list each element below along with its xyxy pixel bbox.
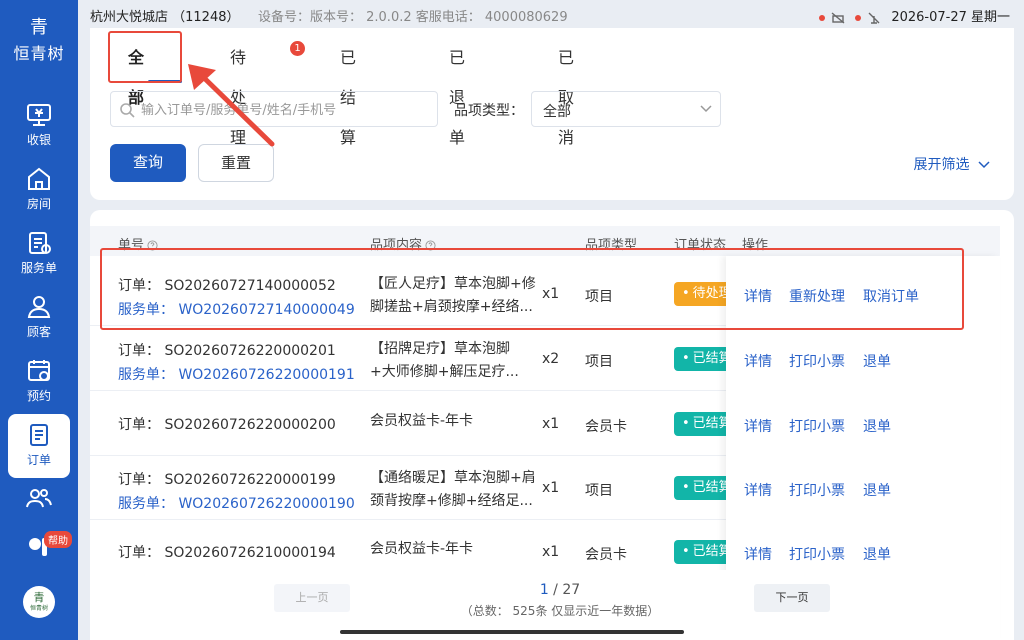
status-bar: 杭州大悦城店 （11248） 设备号：版本号： 2.0.0.2 客服电话： 40… [78, 0, 1024, 28]
item-quantity: x1 [542, 544, 560, 560]
order-number: 订单： SO20260726220000200 [118, 417, 336, 433]
pending-count-badge: 1 [290, 41, 305, 56]
page-separator: / [548, 582, 563, 598]
row-actions: 详情 打印小票 退单 [726, 392, 1000, 456]
expand-filters-label: 展开筛选 [913, 157, 970, 173]
row-actions: 详情 打印小票 退单 [726, 327, 1000, 391]
chevron-down-icon [700, 105, 712, 113]
alert-dot [855, 14, 862, 21]
item-quantity: x1 [542, 480, 560, 496]
item-content: 【通络暖足】草本泡脚+肩 颈背按摩+修脚+经络足... [370, 470, 536, 509]
service-order-link[interactable]: 服务单： WO20260726220000190 [118, 493, 355, 513]
current-page: 1 [539, 582, 549, 598]
item-quantity: x1 [542, 416, 560, 432]
type-filter-label: 品项类型： [454, 103, 524, 119]
sidebar-item-label: 房间 [26, 197, 51, 211]
sidebar-item-label: 服务单 [20, 261, 57, 275]
refund-link[interactable]: 退单 [863, 351, 891, 371]
help-badge[interactable]: 帮助 [44, 531, 72, 548]
item-type: 会员卡 [585, 419, 627, 435]
bottom-logo-text: 恒青树 [29, 605, 48, 612]
print-receipt-link[interactable]: 打印小票 [789, 544, 845, 564]
order-number: 订单： SO20260726210000194 [118, 545, 336, 561]
brand-logo: 青 恒青树 [0, 18, 78, 64]
datetime: 2026-07-27 星期一 [891, 10, 1010, 25]
type-select[interactable]: 全部 [531, 91, 721, 127]
order-number: 订单： SO20260726220000201 [118, 343, 336, 359]
order-number: 订单： SO20260726220000199 [118, 472, 336, 488]
order-icon [30, 424, 48, 446]
sidebar-item-cashier[interactable]: 收银 [8, 94, 70, 158]
prev-page-button[interactable]: 上一页 [274, 584, 350, 612]
logo-text: 恒青树 [13, 44, 65, 63]
store-name: 杭州大悦城店 （11248） [90, 10, 240, 25]
details-link[interactable]: 详情 [744, 351, 772, 371]
sidebar-item-customers[interactable]: 顾客 [8, 286, 70, 350]
sidebar-item-label: 订单 [26, 453, 51, 467]
item-content: 会员权益卡-年卡 [370, 541, 474, 557]
service-order-link[interactable]: 服务单： WO20260726220000191 [118, 364, 355, 384]
staff-icon [26, 489, 52, 508]
logo-mark: 青 [30, 17, 48, 38]
refund-link[interactable]: 退单 [863, 480, 891, 500]
item-quantity: x2 [542, 351, 560, 367]
sidebar-item-staff[interactable] [8, 478, 70, 518]
annotation-arrow-icon [188, 64, 275, 147]
sidebar-item-label: 预约 [26, 389, 51, 403]
annotation-highlight-row [100, 248, 964, 330]
print-receipt-link[interactable]: 打印小票 [789, 351, 845, 371]
sidebar-item-orders[interactable]: 订单 [8, 414, 70, 478]
service-order-icon [29, 232, 51, 254]
calendar-icon [28, 360, 50, 381]
refund-link[interactable]: 退单 [863, 544, 891, 564]
sidebar: 青 恒青树 收银 房间 服务单 顾客 预约 订单 帮助 青 恒青树 [0, 0, 78, 640]
expand-filters-link[interactable]: 展开筛选 [914, 154, 990, 174]
printer-offline-icon [831, 11, 845, 24]
details-link[interactable]: 详情 [744, 416, 772, 436]
annotation-highlight-tab [108, 31, 182, 83]
query-button[interactable]: 查询 [110, 144, 186, 182]
item-content: 【招牌足疗】草本泡脚 +大师修脚+解压足疗... [370, 341, 519, 380]
item-type: 会员卡 [585, 547, 627, 563]
item-type: 项目 [585, 354, 613, 370]
sidebar-item-service-orders[interactable]: 服务单 [8, 222, 70, 286]
print-receipt-link[interactable]: 打印小票 [789, 480, 845, 500]
print-receipt-link[interactable]: 打印小票 [789, 416, 845, 436]
home-indicator [340, 630, 684, 634]
item-content: 会员权益卡-年卡 [370, 413, 474, 429]
chevron-down-icon [978, 161, 990, 169]
alert-dot [818, 14, 825, 21]
cashier-icon [27, 104, 51, 126]
sidebar-item-rooms[interactable]: 房间 [8, 158, 70, 222]
details-link[interactable]: 详情 [744, 544, 772, 564]
total-pages: 27 [562, 582, 581, 598]
next-page-button[interactable]: 下一页 [754, 584, 830, 612]
row-actions: 详情 打印小票 退单 [726, 456, 1000, 520]
tab-settled[interactable]: 已结算 [340, 38, 356, 147]
item-type: 项目 [585, 483, 613, 499]
type-select-value: 全部 [543, 104, 571, 120]
status-right: 2026-07-27 星期一 [818, 6, 1010, 25]
home-icon [28, 167, 50, 190]
sidebar-item-label: 顾客 [26, 325, 51, 339]
bottom-logo: 青 恒青树 [23, 586, 55, 618]
network-offline-icon [868, 12, 880, 24]
device-meta: 设备号：版本号： 2.0.0.2 客服电话： 4000080629 [258, 10, 568, 25]
page-indicator: 1 / 27 [450, 582, 670, 598]
search-icon [120, 103, 135, 118]
tab-cancelled[interactable]: 已取消 [558, 38, 574, 147]
sidebar-item-label: 收银 [26, 133, 51, 147]
tab-refunded[interactable]: 已退单 [449, 38, 465, 147]
sidebar-item-appointments[interactable]: 预约 [8, 350, 70, 414]
details-link[interactable]: 详情 [744, 480, 772, 500]
record-summary: （总数： 525条 仅显示近一年数据） [460, 604, 660, 618]
bottom-logo-mark: 青 [33, 591, 45, 604]
user-icon [27, 296, 51, 318]
refund-link[interactable]: 退单 [863, 416, 891, 436]
